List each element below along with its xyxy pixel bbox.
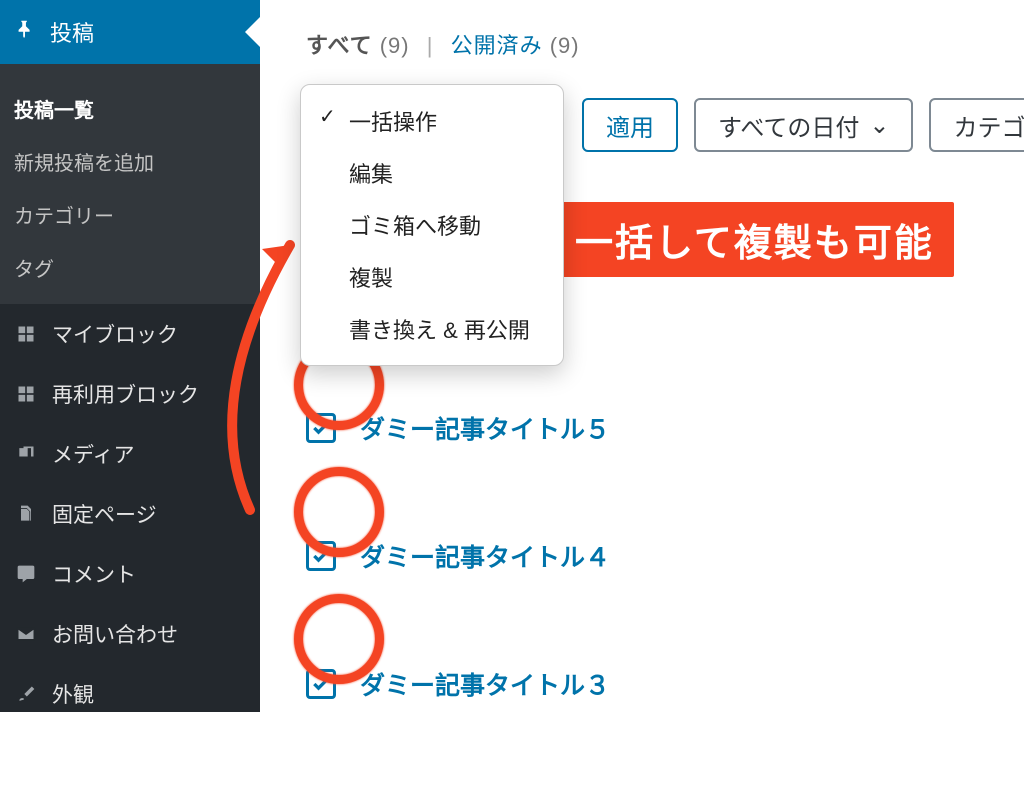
bulk-option-rewrite[interactable]: 書き換え & 再公開 xyxy=(301,303,563,355)
pin-icon xyxy=(14,18,36,46)
row-checkbox[interactable] xyxy=(306,541,336,571)
sidebar-submenu: 投稿一覧 新規投稿を追加 カテゴリー タグ xyxy=(0,64,260,304)
media-icon xyxy=(14,442,38,466)
grid-icon xyxy=(14,382,38,406)
sidebar-item-label: コメント xyxy=(52,559,136,589)
sidebar-item-label: 外観 xyxy=(52,679,94,709)
submenu-add-new[interactable]: 新規投稿を追加 xyxy=(0,135,260,188)
post-title-link[interactable]: ダミー記事タイトル５ xyxy=(360,410,610,446)
sidebar-item-label: 固定ページ xyxy=(52,499,157,529)
apply-button[interactable]: 適用 xyxy=(582,98,678,152)
sidebar-item-reusable[interactable]: 再利用ブロック xyxy=(0,364,260,424)
chevron-down-icon: ⌄ xyxy=(869,111,889,140)
bulk-option-duplicate[interactable]: 複製 xyxy=(301,251,563,303)
submenu-post-list[interactable]: 投稿一覧 xyxy=(0,82,260,135)
sidebar-item-comments[interactable]: コメント xyxy=(0,544,260,604)
tab-published-count: (9) xyxy=(550,33,580,58)
date-filter-label: すべての日付 xyxy=(718,108,859,143)
sidebar-item-appearance[interactable]: 外観 xyxy=(0,664,260,724)
table-row: ダミー記事タイトル３ xyxy=(306,620,978,748)
annotation-callout: 一括して複製も可能 xyxy=(555,202,954,277)
sidebar-item-label: 投稿 xyxy=(50,16,94,48)
submenu-tags[interactable]: タグ xyxy=(0,241,260,294)
category-filter-label: カテゴリー xyxy=(953,108,1024,143)
bulk-option-edit[interactable]: 編集 xyxy=(301,147,563,199)
sidebar-item-label: 再利用ブロック xyxy=(52,379,199,409)
comment-icon xyxy=(14,562,38,586)
sidebar-item-label: お問い合わせ xyxy=(52,619,178,649)
post-title-link[interactable]: ダミー記事タイトル３ xyxy=(360,666,610,702)
bulk-option-trash[interactable]: ゴミ箱へ移動 xyxy=(301,199,563,251)
mail-icon xyxy=(14,622,38,646)
sidebar-item-contact[interactable]: お問い合わせ xyxy=(0,604,260,664)
row-checkbox[interactable] xyxy=(306,413,336,443)
bulk-action-dropdown[interactable]: 一括操作 編集 ゴミ箱へ移動 複製 書き換え & 再公開 xyxy=(300,84,564,366)
post-title-link[interactable]: ダミー記事タイトル４ xyxy=(360,538,610,574)
sidebar-item-posts[interactable]: 投稿 xyxy=(0,0,260,64)
sidebar-item-label: マイブロック xyxy=(52,319,178,349)
row-checkbox[interactable] xyxy=(306,669,336,699)
separator: | xyxy=(427,33,434,58)
submenu-categories[interactable]: カテゴリー xyxy=(0,188,260,241)
brush-icon xyxy=(14,682,38,706)
table-row: ダミー記事タイトル５ xyxy=(306,364,978,492)
bulk-option-none[interactable]: 一括操作 xyxy=(301,95,563,147)
category-filter-select[interactable]: カテゴリー xyxy=(929,98,1024,152)
sidebar-item-label: メディア xyxy=(52,439,135,469)
tab-all[interactable]: すべて xyxy=(306,33,373,58)
status-tabs: すべて (9) | 公開済み (9) xyxy=(260,0,1024,60)
grid-icon xyxy=(14,322,38,346)
table-row: ダミー記事タイトル４ xyxy=(306,492,978,620)
page-icon xyxy=(14,502,38,526)
sidebar-item-media[interactable]: メディア xyxy=(0,424,260,484)
sidebar-item-myblocks[interactable]: マイブロック xyxy=(0,304,260,364)
date-filter-select[interactable]: すべての日付 ⌄ xyxy=(694,98,913,152)
admin-sidebar: 投稿 投稿一覧 新規投稿を追加 カテゴリー タグ マイブロック 再利用ブロック … xyxy=(0,0,260,712)
sidebar-item-pages[interactable]: 固定ページ xyxy=(0,484,260,544)
tab-published[interactable]: 公開済み xyxy=(451,33,543,58)
tab-all-count: (9) xyxy=(380,33,410,58)
